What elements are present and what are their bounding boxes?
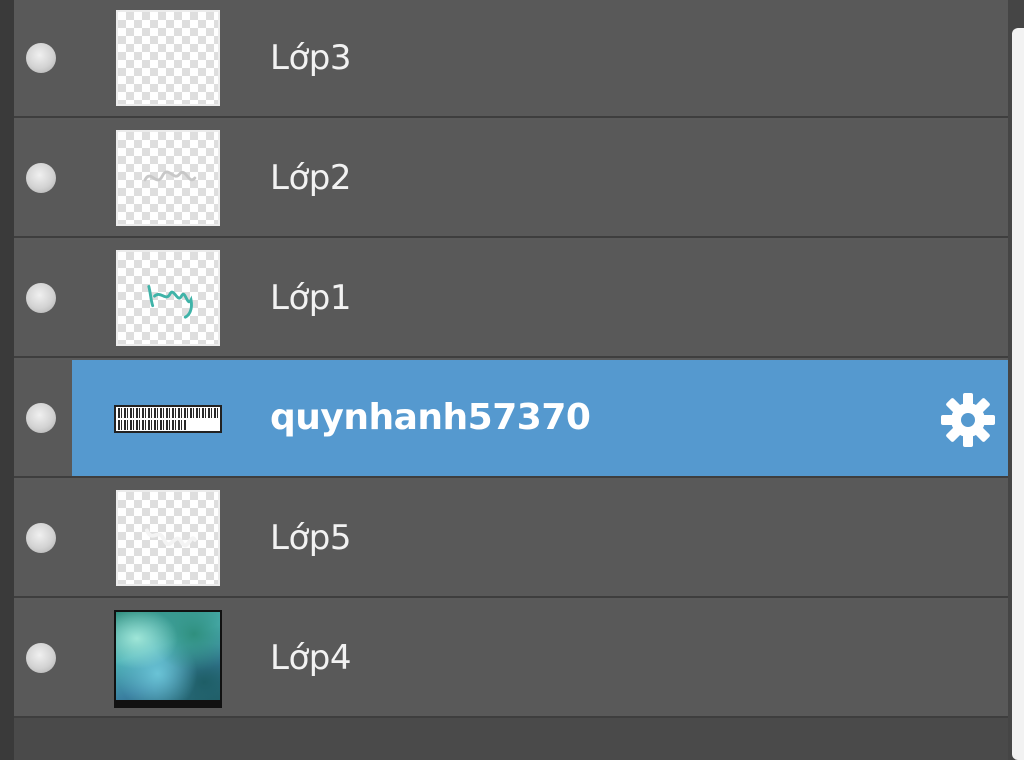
- eye-dot-icon[interactable]: [26, 523, 56, 553]
- gear-icon[interactable]: [938, 390, 998, 450]
- layer-thumbnail: [114, 610, 222, 708]
- layers-list: Lớp3 Lớp2 Lớp1 quynhanh57370 Lớp5 Lớp4: [14, 0, 1010, 718]
- layer-row-lop5[interactable]: Lớp5: [14, 480, 1008, 598]
- layer-name: Lớp2: [270, 158, 351, 198]
- layer-name: Lớp3: [270, 38, 351, 78]
- eye-dot-icon[interactable]: [26, 643, 56, 673]
- teal-text-mark: [147, 285, 193, 319]
- layer-name: Lớp4: [270, 638, 351, 678]
- eye-dot-icon[interactable]: [26, 403, 56, 433]
- eye-dot-icon[interactable]: [26, 43, 56, 73]
- panel-left-edge: [0, 0, 14, 760]
- layer-name: Lớp1: [270, 278, 351, 318]
- faint-text-mark: [143, 170, 197, 182]
- layer-row-lop3[interactable]: Lớp3: [14, 0, 1008, 118]
- eye-dot-icon[interactable]: [26, 163, 56, 193]
- layer-thumbnail: [114, 405, 222, 433]
- layer-row-lop1[interactable]: Lớp1: [14, 240, 1008, 358]
- faint-text-mark: [145, 528, 197, 548]
- layer-name: quynhanh57370: [270, 397, 591, 438]
- eye-dot-icon[interactable]: [26, 283, 56, 313]
- scrollbar-thumb[interactable]: [1012, 28, 1024, 760]
- layer-row-quynhanh57370[interactable]: quynhanh57370: [14, 360, 1008, 478]
- layer-thumbnail: [116, 10, 220, 106]
- layer-thumbnail: [116, 490, 220, 586]
- layer-row-lop2[interactable]: Lớp2: [14, 120, 1008, 238]
- layers-panel-window: Lớp3 Lớp2 Lớp1 quynhanh57370 Lớp5 Lớp4: [0, 0, 1024, 760]
- layer-name: Lớp5: [270, 518, 351, 558]
- layer-row-lop4[interactable]: Lớp4: [14, 600, 1008, 718]
- layer-thumbnail: [116, 130, 220, 226]
- layer-thumbnail: [116, 250, 220, 346]
